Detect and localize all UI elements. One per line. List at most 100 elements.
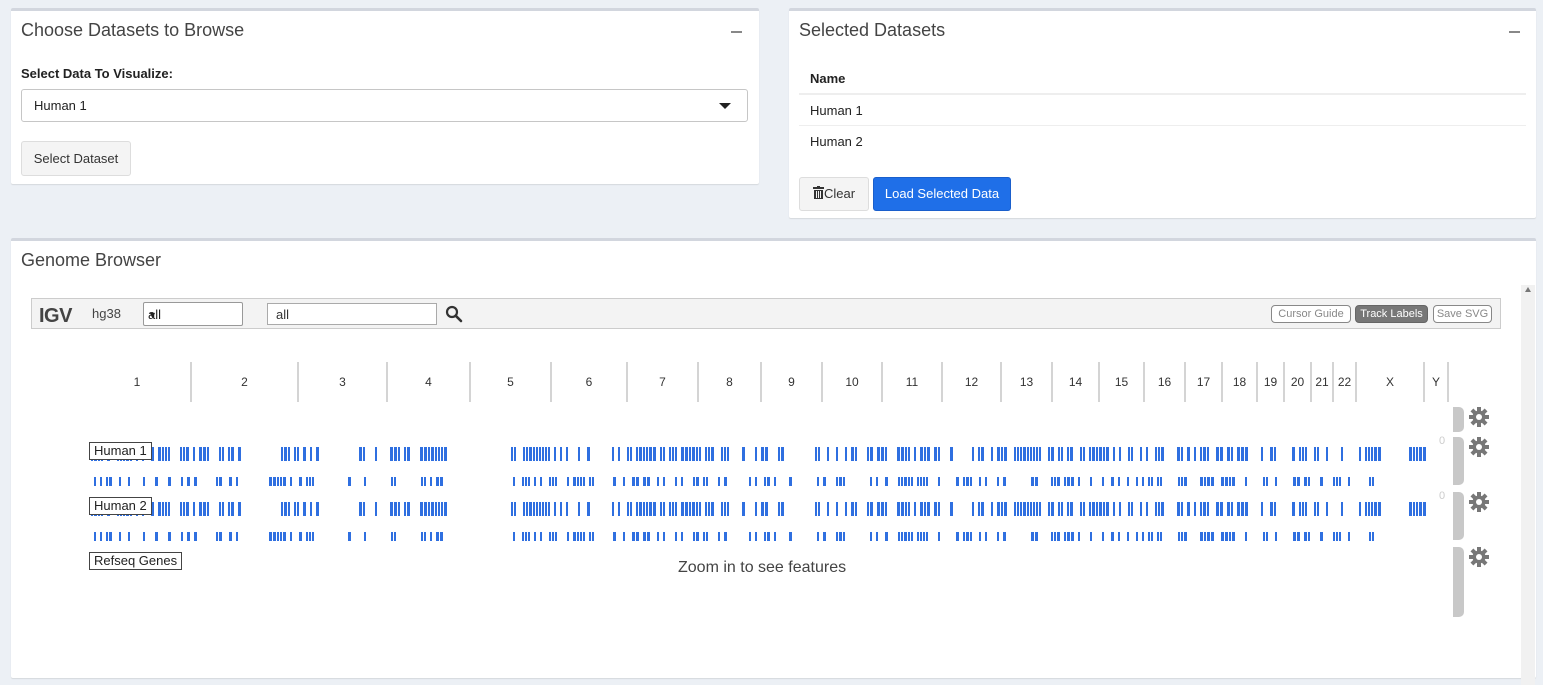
chromosome-label[interactable]: 14 [1069, 375, 1083, 389]
feature-bar [761, 447, 764, 461]
gear-icon[interactable] [1468, 406, 1490, 428]
feature-bar [1128, 447, 1130, 461]
feature-bar [440, 477, 443, 486]
locus-search-input[interactable]: all [267, 303, 437, 325]
gear-icon[interactable] [1468, 546, 1490, 568]
chromosome-label[interactable]: 12 [965, 375, 979, 389]
feature-bar [926, 532, 928, 541]
feature-bar [724, 502, 726, 516]
track-drag-handle[interactable] [1453, 547, 1464, 617]
feature-tracks[interactable] [79, 441, 1429, 551]
feature-bar [1216, 502, 1219, 516]
track-drag-handle[interactable] [1453, 492, 1464, 540]
feature-bar [663, 532, 665, 541]
feature-bar [1181, 447, 1183, 461]
chromosome-label[interactable]: Y [1432, 375, 1440, 389]
feature-bar [904, 477, 907, 486]
chromosome-label[interactable]: 15 [1115, 375, 1129, 389]
feature-bar [1061, 502, 1063, 516]
scroll-up-arrow[interactable] [1525, 287, 1531, 292]
chromosome-label[interactable]: 2 [241, 375, 248, 389]
gear-icon[interactable] [1468, 436, 1490, 458]
chromosome-label[interactable]: 20 [1291, 375, 1305, 389]
feature-bar [310, 447, 312, 461]
cursor-guide-button[interactable]: Cursor Guide [1271, 305, 1351, 323]
feature-bar [390, 447, 393, 461]
feature-bar [613, 477, 616, 486]
chromosome-label[interactable]: 9 [788, 375, 795, 389]
track-labels-button[interactable]: Track Labels [1355, 305, 1428, 323]
save-svg-button[interactable]: Save SVG [1433, 305, 1492, 323]
chromosome-label[interactable]: 22 [1338, 375, 1352, 389]
dataset-select[interactable]: Human 1 [21, 89, 748, 122]
dataset-select-value: Human 1 [34, 98, 87, 113]
chromosome-select[interactable]: all ▼ [143, 302, 243, 326]
feature-bar [421, 477, 423, 486]
feature-bar [181, 477, 183, 486]
feature-bar [1001, 502, 1003, 516]
feature-bar [236, 477, 238, 486]
chromosome-label[interactable]: 5 [507, 375, 514, 389]
collapse-icon[interactable] [1509, 31, 1520, 33]
feature-bar [441, 447, 443, 461]
feature-bar [430, 477, 432, 486]
feature-bar [1080, 447, 1082, 461]
feature-bar [1194, 502, 1196, 516]
feature-bar [1187, 502, 1190, 516]
chromosome-label[interactable]: 18 [1233, 375, 1247, 389]
feature-bar [901, 532, 903, 541]
feature-bar [1374, 502, 1377, 516]
feature-bar [420, 447, 423, 461]
feature-bar [1033, 447, 1035, 461]
clear-button[interactable]: Clear [799, 177, 869, 211]
feature-bar [523, 447, 525, 461]
chromosome-ideogram[interactable]: 1 2 3 4 5 6 7 8 9 10 11 12 13 14 15 16 17 18 19 20 21 22 X Y [83, 362, 1462, 402]
feature-bar [870, 477, 872, 486]
feature-bar [911, 532, 913, 541]
chromosome-label[interactable]: X [1386, 375, 1394, 389]
feature-bar [165, 502, 167, 516]
track-drag-handle[interactable] [1453, 407, 1464, 432]
feature-bar [310, 502, 312, 516]
feature-bar [238, 502, 241, 516]
chromosome-label[interactable]: 7 [659, 375, 666, 389]
feature-bar [1003, 532, 1006, 541]
chromosome-label[interactable]: 16 [1158, 375, 1172, 389]
feature-bar [431, 447, 434, 461]
chromosome-label[interactable]: 21 [1315, 375, 1329, 389]
table-row[interactable]: Human 2 [799, 126, 1526, 157]
feature-bar [444, 447, 447, 461]
table-row[interactable]: Human 1 [799, 95, 1526, 126]
feature-bar [1369, 477, 1371, 486]
chromosome-label[interactable]: 11 [906, 375, 919, 389]
feature-bar [407, 447, 410, 461]
track-drag-handle[interactable] [1453, 437, 1464, 485]
feature-bar [623, 532, 625, 541]
chromosome-label[interactable]: 4 [425, 375, 432, 389]
feature-bar [901, 447, 904, 461]
feature-bar [119, 477, 121, 486]
select-dataset-button[interactable]: Select Dataset [21, 141, 131, 176]
feature-bar [1067, 447, 1069, 461]
gear-icon[interactable] [1468, 491, 1490, 513]
feature-bar [657, 532, 659, 541]
feature-bar [1058, 502, 1060, 516]
feature-bar [877, 447, 880, 461]
chromosome-label[interactable]: 1 [134, 375, 141, 389]
collapse-icon[interactable] [731, 31, 742, 33]
scrollbar[interactable] [1521, 285, 1535, 685]
chromosome-label[interactable]: 13 [1020, 375, 1034, 389]
feature-bar [1423, 502, 1426, 516]
chromosome-label[interactable]: 6 [586, 375, 593, 389]
chromosome-label[interactable]: 19 [1264, 375, 1278, 389]
selected-datasets-panel: Selected Datasets Name Human 1 Human 2 C… [789, 8, 1536, 218]
load-selected-data-button[interactable]: Load Selected Data [873, 177, 1011, 211]
feature-bar [855, 502, 857, 516]
feature-bar [281, 502, 283, 516]
chromosome-label[interactable]: 3 [339, 375, 346, 389]
search-icon[interactable] [445, 305, 463, 323]
chromosome-label[interactable]: 8 [726, 375, 733, 389]
chromosome-label[interactable]: 17 [1197, 375, 1211, 389]
feature-bar [1027, 502, 1029, 516]
chromosome-label[interactable]: 10 [845, 375, 859, 389]
